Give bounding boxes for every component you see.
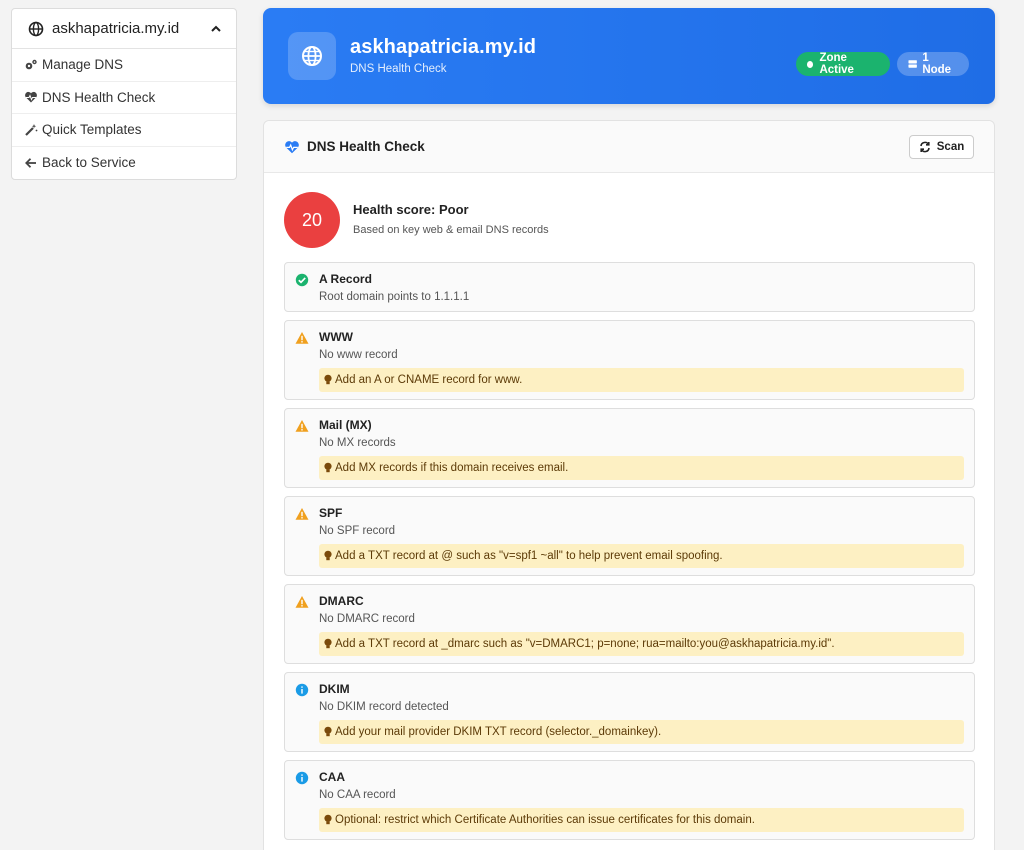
panel-title: DNS Health Check	[307, 139, 425, 154]
sidebar-domain-toggle[interactable]: askhapatricia.my.id	[12, 9, 236, 49]
warning-triangle-icon	[295, 596, 309, 608]
check-tip-text: Add MX records if this domain receives e…	[335, 462, 569, 474]
health-score-title: Health score: Poor	[353, 202, 469, 217]
sidebar-item-label: Quick Templates	[42, 122, 142, 138]
heartbeat-icon	[285, 140, 299, 153]
check-description: No MX records	[319, 437, 396, 449]
health-score-circle: 20	[284, 192, 340, 248]
check-tip: Add a TXT record at @ such as "v=spf1 ~a…	[319, 544, 964, 568]
check-item-spf: SPF No SPF record Add a TXT record at @ …	[284, 496, 975, 576]
status-dot-icon	[807, 60, 814, 68]
check-item-mail-mx: Mail (MX) No MX records Add MX records i…	[284, 408, 975, 488]
check-tip-text: Add a TXT record at _dmarc such as "v=DM…	[335, 638, 835, 650]
lightbulb-icon	[324, 550, 332, 561]
refresh-icon	[919, 141, 930, 152]
check-name: A Record	[319, 272, 372, 286]
lightbulb-icon	[324, 462, 332, 473]
check-item-www: WWW No www record Add an A or CNAME reco…	[284, 320, 975, 400]
sidebar-domain-title: askhapatricia.my.id	[52, 20, 180, 37]
sidebar-item-manage-dns[interactable]: Manage DNS	[12, 49, 236, 82]
info-circle-icon	[295, 771, 309, 785]
scan-button[interactable]: Scan	[909, 134, 974, 159]
check-description: No DKIM record detected	[319, 701, 449, 713]
health-score-subtitle: Based on key web & email DNS records	[353, 224, 549, 236]
health-check-panel: DNS Health Check Scan 20 Health score: P…	[263, 120, 995, 850]
sidebar: askhapatricia.my.id Manage DNS DNS Healt…	[11, 8, 237, 180]
chevron-up-icon	[211, 25, 221, 32]
banner-subtitle: DNS Health Check	[350, 63, 447, 75]
sidebar-item-label: Back to Service	[42, 155, 136, 171]
warning-triangle-icon	[295, 508, 309, 520]
check-description: No SPF record	[319, 525, 396, 537]
check-list: A Record Root domain points to 1.1.1.1 W…	[284, 262, 975, 848]
check-tip-text: Add your mail provider DKIM TXT record (…	[335, 726, 662, 738]
check-description: No CAA record	[319, 789, 396, 801]
zone-status-badge: Zone Active	[796, 52, 890, 76]
globe-icon	[288, 32, 336, 80]
gears-icon	[24, 58, 38, 72]
lightbulb-icon	[324, 726, 332, 737]
domain-banner: askhapatricia.my.id DNS Health Check Zon…	[263, 8, 995, 104]
lightbulb-icon	[324, 814, 332, 825]
check-name: DMARC	[319, 594, 364, 608]
check-item-dkim: DKIM No DKIM record detected Add your ma…	[284, 672, 975, 752]
node-count-badge: 1 Node	[897, 52, 969, 76]
lightbulb-icon	[324, 374, 332, 385]
check-name: SPF	[319, 506, 343, 520]
check-name: CAA	[319, 770, 345, 784]
check-name: DKIM	[319, 682, 350, 696]
node-count-label: 1 Node	[922, 52, 952, 76]
check-tip: Optional: restrict which Certificate Aut…	[319, 808, 964, 832]
sidebar-item-dns-health-check[interactable]: DNS Health Check	[12, 82, 236, 114]
check-tip: Add a TXT record at _dmarc such as "v=DM…	[319, 632, 964, 656]
globe-icon	[28, 21, 44, 36]
check-tip-text: Add an A or CNAME record for www.	[335, 374, 523, 386]
heartbeat-icon	[24, 90, 38, 104]
arrow-left-icon	[24, 156, 38, 170]
scan-label: Scan	[936, 140, 965, 153]
sidebar-item-quick-templates[interactable]: Quick Templates	[12, 114, 236, 147]
check-description: No www record	[319, 349, 398, 361]
check-item-a-record: A Record Root domain points to 1.1.1.1	[284, 262, 975, 312]
warning-triangle-icon	[295, 420, 309, 432]
check-circle-icon	[295, 273, 309, 287]
check-description: No DMARC record	[319, 613, 415, 625]
check-description: Root domain points to 1.1.1.1	[319, 291, 470, 303]
sidebar-item-label: DNS Health Check	[42, 89, 156, 105]
magic-wand-icon	[24, 123, 38, 137]
check-item-dmarc: DMARC No DMARC record Add a TXT record a…	[284, 584, 975, 664]
server-icon	[908, 60, 917, 68]
check-tip: Add MX records if this domain receives e…	[319, 456, 964, 480]
check-tip-text: Optional: restrict which Certificate Aut…	[335, 814, 755, 826]
sidebar-item-back-to-service[interactable]: Back to Service	[12, 147, 236, 180]
panel-header: DNS Health Check Scan	[264, 121, 994, 173]
zone-status-label: Zone Active	[819, 52, 854, 76]
check-name: WWW	[319, 330, 353, 344]
warning-triangle-icon	[295, 332, 309, 344]
sidebar-item-label: Manage DNS	[42, 57, 124, 73]
check-tip: Add an A or CNAME record for www.	[319, 368, 964, 392]
check-item-caa: CAA No CAA record Optional: restrict whi…	[284, 760, 975, 840]
info-circle-icon	[295, 683, 309, 697]
check-name: Mail (MX)	[319, 418, 372, 432]
check-tip-text: Add a TXT record at @ such as "v=spf1 ~a…	[335, 550, 723, 562]
check-tip: Add your mail provider DKIM TXT record (…	[319, 720, 964, 744]
banner-title: askhapatricia.my.id	[350, 36, 537, 58]
lightbulb-icon	[324, 638, 332, 649]
